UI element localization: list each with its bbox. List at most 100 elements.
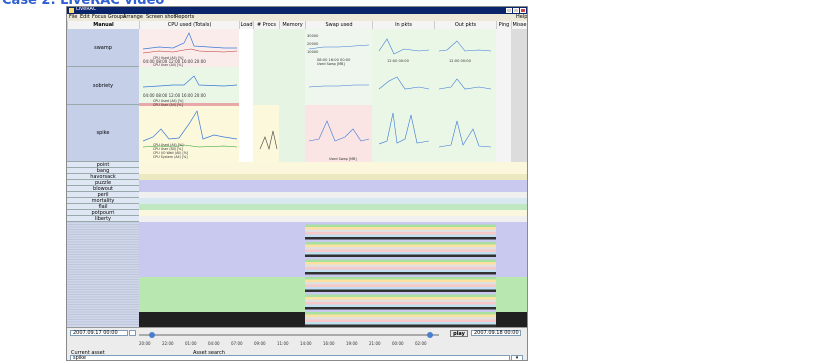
- collapsed-row-stripe: [305, 279, 496, 282]
- sobriety-cpu-legend-user: CPU User (All) [%]: [153, 103, 183, 107]
- menu-help[interactable]: Help: [516, 14, 527, 20]
- column-header-name[interactable]: Manual: [67, 21, 139, 29]
- inpkts-tick-labels: 12:00 00:00: [387, 59, 410, 63]
- spike-cpu-legend-system: CPU System (All) [%]: [153, 155, 188, 159]
- collapsed-row-stripe: [305, 269, 496, 272]
- collapsed-row-stripe: [305, 277, 496, 280]
- timeline-tick-label: 04:00: [208, 341, 220, 346]
- host-row-band: [139, 174, 527, 180]
- host-row-band: [139, 204, 527, 210]
- host-row-band: [139, 180, 527, 186]
- sobriety-cpu-tick-labels: 04:00 08:00 12:00 16:00 20:00: [143, 93, 206, 98]
- host-row-band: [139, 162, 527, 168]
- collapsed-host-rows[interactable]: [67, 222, 139, 327]
- column-header-load[interactable]: Load: [239, 21, 253, 29]
- title-bar: LiveRAC: [67, 7, 527, 14]
- collapsed-row-stripe: [305, 244, 496, 247]
- collapsed-row-stripe: [305, 287, 496, 290]
- timeline-tick-label: 01:00: [185, 341, 197, 346]
- asset-dropdown-arrow[interactable]: ▾: [511, 355, 523, 360]
- collapsed-row-stripe: [305, 252, 496, 255]
- swap-spike-cell: [305, 105, 372, 162]
- current-asset-field[interactable]: spike: [70, 355, 510, 360]
- column-header-inpkts[interactable]: In pkts: [372, 21, 434, 29]
- collapsed-row-stripe: [305, 319, 496, 322]
- collapsed-row-stripe: [305, 242, 496, 245]
- inpkts-cells: [372, 29, 434, 162]
- collapsed-row-stripe: [305, 237, 496, 240]
- column-header-misc[interactable]: Misse: [511, 21, 527, 29]
- timeline-handle-end[interactable]: [427, 332, 433, 338]
- start-calendar-icon[interactable]: [129, 330, 136, 336]
- collapsed-row-stripe: [305, 307, 496, 310]
- collapsed-row-stripe: [305, 227, 496, 230]
- maximize-button[interactable]: [513, 8, 519, 13]
- swap-y-label-low: 10000: [307, 50, 319, 54]
- swamp-cpu-legend-used: CPU Used (All) [%]: [153, 56, 183, 60]
- collapsed-row-stripe: [305, 297, 496, 300]
- column-header-swap[interactable]: Swap used: [305, 21, 372, 29]
- group-row-spike[interactable]: spike: [67, 105, 139, 162]
- timeline-slider[interactable]: 20:00 22:00 01:00 04:00 07:00 09:00 11:00 14:00…: [139, 330, 439, 346]
- column-header-ping[interactable]: Ping: [496, 21, 511, 29]
- menu-arrange[interactable]: Arrange: [123, 14, 143, 20]
- column-header-outpkts[interactable]: Out pkts: [434, 21, 496, 29]
- end-time-field[interactable]: 2007.09.18 00:00: [471, 330, 521, 336]
- host-row-band: [139, 186, 527, 192]
- swap-y-label-mid: 20000: [307, 42, 319, 46]
- collapsed-row-stripe: [305, 267, 496, 270]
- collapsed-row-stripe: [305, 249, 496, 252]
- column-header-memory[interactable]: Memory: [279, 21, 305, 29]
- collapsed-row-stripe: [305, 284, 496, 287]
- host-metric-grid[interactable]: 04:00 08:00 12:00 16:00 20:00 CPU Used (…: [139, 29, 527, 327]
- group-row-swamp[interactable]: swamp: [67, 29, 139, 67]
- timeline-handle-start[interactable]: [149, 332, 155, 338]
- column-header-procs[interactable]: # Procs: [253, 21, 279, 29]
- play-button[interactable]: play: [450, 330, 468, 337]
- start-time-field[interactable]: 2007.09.17 00:00: [70, 330, 128, 336]
- timeline-tick-label: 09:00: [254, 341, 266, 346]
- collapsed-row-stripe: [305, 302, 496, 305]
- host-row-band: [139, 210, 527, 216]
- swap-legend-spike: Used Swap [MB]: [329, 157, 357, 161]
- collapsed-row-stripe: [305, 304, 496, 307]
- collapsed-row-stripe: [305, 257, 496, 260]
- memory-column-cells: [279, 29, 305, 162]
- minimize-button[interactable]: [506, 8, 512, 13]
- collapsed-row-stripe: [305, 317, 496, 320]
- swamp-cpu-legend-user: CPU User (All) [%]: [153, 63, 183, 67]
- collapsed-row-stripe: [305, 282, 496, 285]
- collapsed-row-stripe: [305, 272, 496, 275]
- collapsed-row-stripe: [305, 322, 496, 325]
- column-header-cpu[interactable]: CPU used (Totals): [139, 21, 239, 29]
- menu-edit[interactable]: Edit: [80, 14, 90, 20]
- host-row-band: [139, 216, 527, 222]
- swap-upper-cells: [305, 29, 372, 105]
- menu-reports[interactable]: Reports: [175, 14, 194, 20]
- bottom-control-bar: 2007.09.17 00:00 20:00 22:00 01:00 04:00 07:…: [67, 327, 527, 360]
- close-button[interactable]: [520, 8, 526, 13]
- collapsed-row-stripe: [305, 232, 496, 235]
- collapsed-row-stripe: [305, 229, 496, 232]
- procs-upper-cells: [253, 29, 279, 105]
- timeline-tick-label: 20:00: [139, 341, 151, 346]
- collapsed-row-stripe: [305, 299, 496, 302]
- collapsed-row-stripe: [305, 259, 496, 262]
- menu-file[interactable]: File: [69, 14, 77, 20]
- procs-spike-cell: [253, 105, 279, 162]
- menu-screen-shot[interactable]: Screen shot: [146, 14, 176, 20]
- window-title: LiveRAC: [76, 6, 97, 12]
- liverac-window: LiveRAC File Edit Focus Groups Arrange S…: [66, 6, 528, 361]
- host-row-band: [139, 198, 527, 204]
- collapsed-row-stripe: [305, 234, 496, 237]
- menu-focus-groups[interactable]: Focus Groups: [92, 14, 126, 20]
- group-row-sobriety[interactable]: sobriety: [67, 67, 139, 105]
- timeline-track[interactable]: [139, 334, 439, 336]
- collapsed-row-stripe: [305, 312, 496, 315]
- collapsed-row-stripe: [305, 314, 496, 317]
- collapsed-row-stripe: [305, 294, 496, 297]
- host-row-band: [139, 192, 527, 198]
- collapsed-row-stripe: [305, 239, 496, 242]
- timeline-tick-label: 02:00: [415, 341, 427, 346]
- timeline-tick-label: 11:00: [277, 341, 289, 346]
